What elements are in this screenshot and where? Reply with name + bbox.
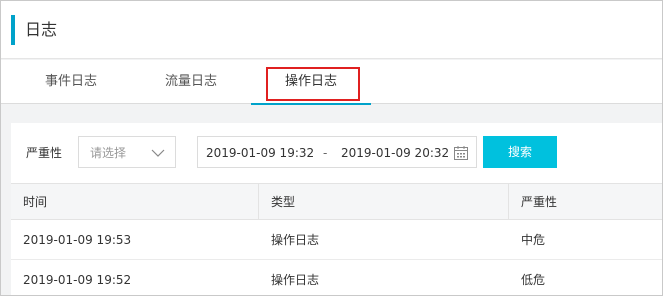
severity-select[interactable]: 请选择 [78,136,176,168]
tab-bar: 事件日志 流量日志 操作日志 [1,60,662,105]
cell-severity: 低危 [521,273,546,287]
tab-event-log[interactable]: 事件日志 [21,60,121,104]
page-header: 日志 [1,1,662,59]
cell-time: 2019-01-09 19:53 [23,233,132,247]
date-range-picker[interactable]: 2019-01-09 19:32 - 2019-01-09 20:32 [197,136,477,168]
title-accent-bar [11,15,15,45]
date-range-separator: - [323,146,328,160]
chevron-down-icon [151,149,165,157]
filter-bar: 严重性 请选择 2019-01-09 19:32 - 2019-01-09 20… [11,123,662,183]
search-button[interactable]: 搜索 [483,136,557,168]
column-header-type[interactable]: 类型 [259,184,509,220]
table-row[interactable]: 2019-01-09 19:52 操作日志 低危 [11,260,662,295]
page-title: 日志 [25,20,58,39]
table-header: 时间 类型 严重性 [11,183,662,220]
content-panel: 严重性 请选择 2019-01-09 19:32 - 2019-01-09 20… [11,123,662,295]
app-frame: 日志 事件日志 流量日志 操作日志 严重性 请选择 2019-01-09 19:… [0,0,663,296]
cell-type: 操作日志 [271,273,320,287]
tab-operation-log-label: 操作日志 [284,74,337,89]
table-row[interactable]: 2019-01-09 19:53 操作日志 中危 [11,220,662,260]
cell-type: 操作日志 [271,233,320,247]
active-tab-underline [251,103,371,105]
end-time-value[interactable]: 2019-01-09 20:32 [341,143,449,163]
severity-select-placeholder: 请选择 [90,146,127,160]
column-header-severity[interactable]: 严重性 [509,184,662,220]
column-header-time[interactable]: 时间 [11,184,259,220]
cell-severity: 中危 [521,233,546,247]
severity-label: 严重性 [26,146,63,160]
tab-traffic-log[interactable]: 流量日志 [141,60,241,104]
cell-time: 2019-01-09 19:52 [23,273,132,287]
start-time-value[interactable]: 2019-01-09 19:32 [206,143,314,163]
calendar-icon[interactable] [453,145,469,161]
tab-operation-log[interactable]: 操作日志 [251,60,371,105]
